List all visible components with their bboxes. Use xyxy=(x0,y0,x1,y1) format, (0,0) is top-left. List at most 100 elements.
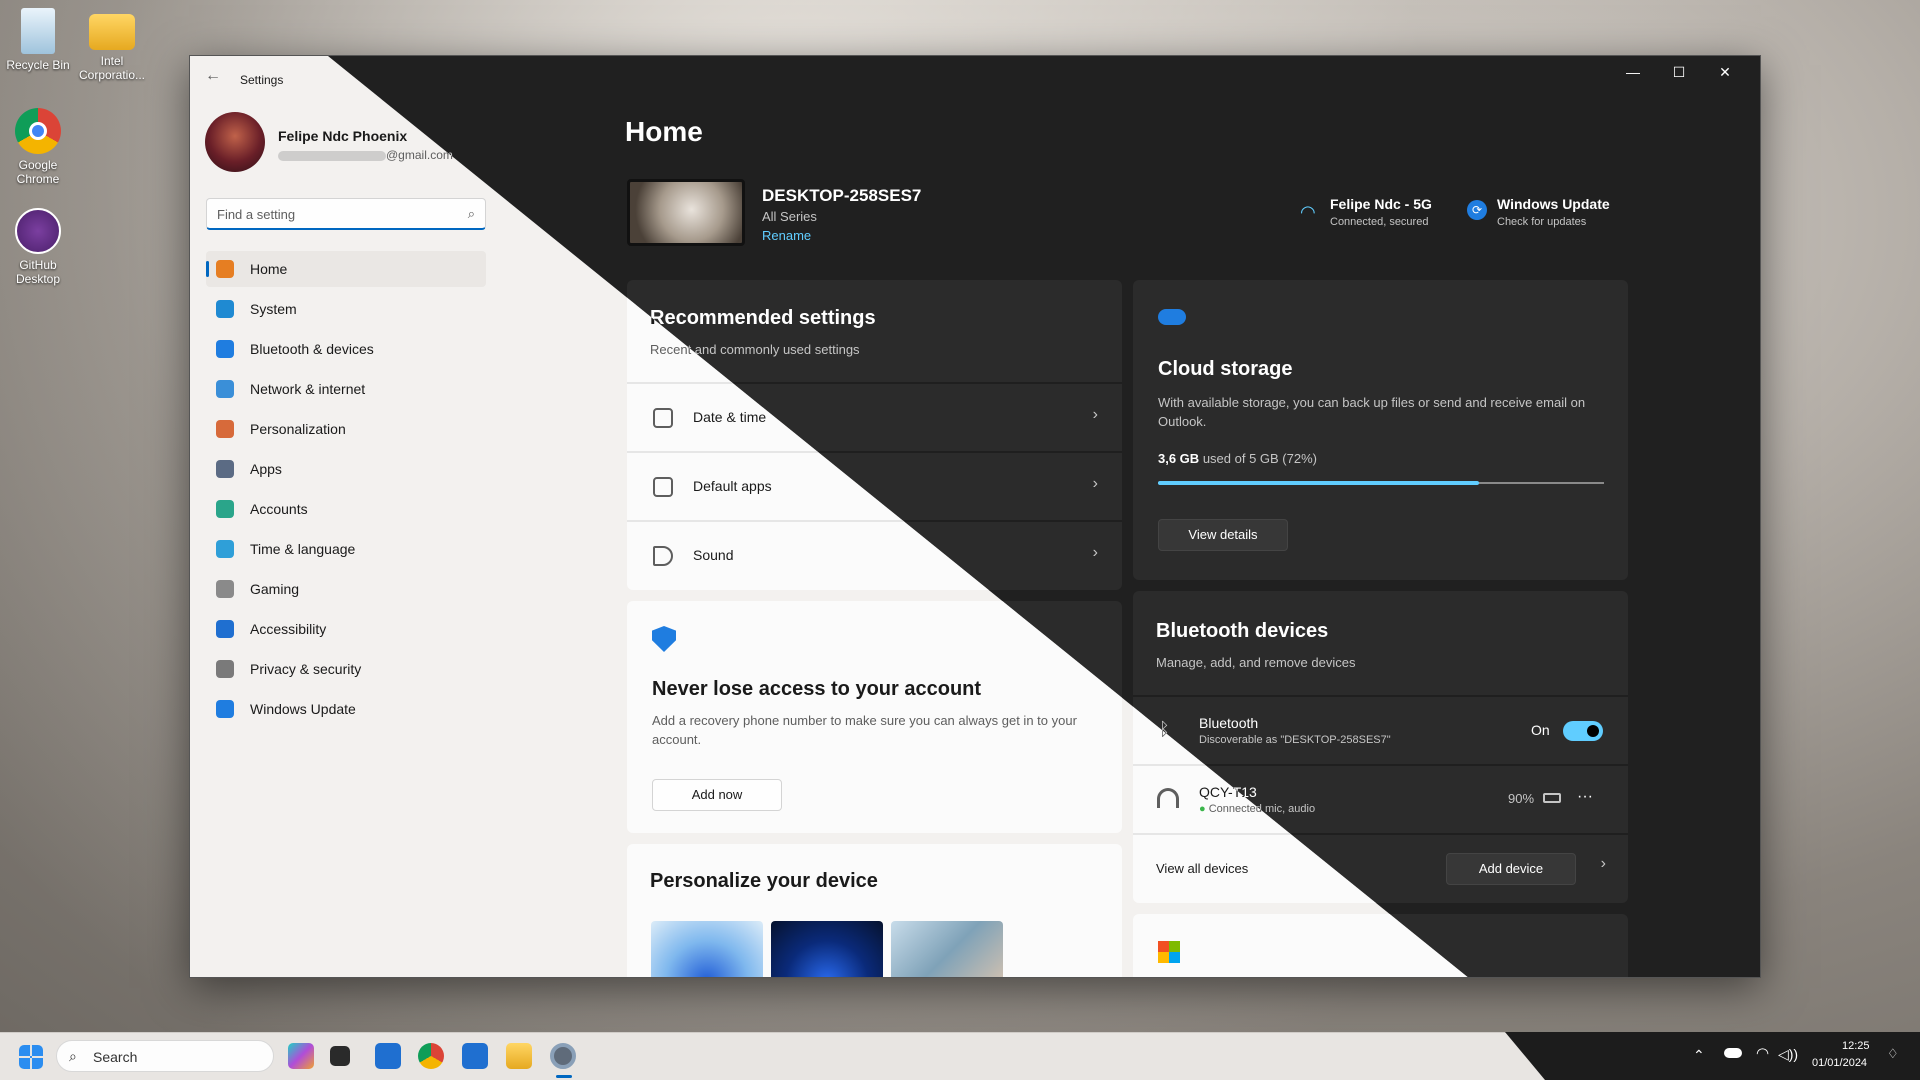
view-details-button[interactable]: View details xyxy=(1158,519,1288,551)
cloud-card: Cloud storage With available storage, yo… xyxy=(1133,280,1628,580)
add-device-button[interactable]: Add device xyxy=(1446,853,1576,885)
bluetooth-title: Bluetooth devices xyxy=(1156,620,1329,642)
active-app-indicator xyxy=(556,1075,572,1078)
folder-icon xyxy=(89,14,135,50)
sidebar-item-label: Time & language xyxy=(250,541,356,557)
sidebar-item-network-internet[interactable]: Network & internet xyxy=(206,371,486,407)
sidebar-item-accessibility[interactable]: Accessibility xyxy=(206,611,486,647)
desktop-icon-label: Recycle Bin xyxy=(6,58,70,72)
email-redacted xyxy=(278,150,386,161)
wifi-icon xyxy=(216,380,234,398)
wifi-tray-icon[interactable]: ◠ xyxy=(1756,1044,1769,1062)
wifi-icon: ◠ xyxy=(1300,202,1316,222)
sidebar-item-label: Accessibility xyxy=(250,621,327,637)
wallpaper-thumb-scenic[interactable] xyxy=(891,921,1003,977)
sidebar-item-label: Accounts xyxy=(250,501,308,517)
wallpaper-thumb-light[interactable] xyxy=(651,921,763,977)
widgets-icon[interactable] xyxy=(375,1043,401,1069)
search-input[interactable] xyxy=(217,205,447,223)
shield-check-icon xyxy=(652,626,676,652)
sidebar-item-home[interactable]: Home xyxy=(206,251,486,287)
desktop-icon-recycle-bin[interactable]: Recycle Bin xyxy=(0,8,76,72)
recommended-item-label: Sound xyxy=(693,547,734,563)
notification-bell-icon[interactable]: ♢ xyxy=(1887,1046,1899,1062)
sidebar-item-label: Home xyxy=(250,261,288,277)
gaming-icon xyxy=(216,580,234,598)
apps-icon xyxy=(216,460,234,478)
chevron-up-icon[interactable]: ⌃ xyxy=(1693,1047,1705,1064)
globe-icon xyxy=(216,540,234,558)
sidebar-item-time-language[interactable]: Time & language xyxy=(206,531,486,567)
add-now-button[interactable]: Add now xyxy=(652,779,782,811)
more-options-button[interactable]: ··· xyxy=(1577,788,1593,806)
back-arrow-icon[interactable]: ← xyxy=(205,67,221,85)
settings-taskbar-icon[interactable] xyxy=(550,1043,576,1069)
bluetooth-discoverable: Discoverable as "DESKTOP-258SES7" xyxy=(1199,734,1391,746)
store-icon[interactable] xyxy=(462,1043,488,1069)
search-icon: ⌕ xyxy=(467,206,475,221)
network-state: Connected, secured xyxy=(1330,216,1429,228)
device-name: DESKTOP-258SES7 xyxy=(762,186,922,205)
page-title: Home xyxy=(625,116,703,147)
recycle-bin-icon xyxy=(21,8,55,54)
desktop-icon-label: Google Chrome xyxy=(16,158,60,186)
desktop-icon-chrome[interactable]: Google Chrome xyxy=(0,108,76,186)
personalize-title: Personalize your device xyxy=(650,870,878,892)
cloud-usage-text: 3,6 GB used of 5 GB (72%) xyxy=(1158,451,1317,466)
accessibility-icon xyxy=(216,620,234,638)
account-title: Never lose access to your account xyxy=(652,678,982,700)
sidebar-item-label: Windows Update xyxy=(250,701,356,717)
sidebar-item-label: Privacy & security xyxy=(250,661,362,677)
cloud-used: 3,6 GB xyxy=(1158,451,1200,466)
clock-date[interactable]: 01/01/2024 xyxy=(1812,1057,1867,1069)
volume-icon[interactable]: ◁)) xyxy=(1778,1046,1798,1063)
sidebar-item-privacy-security[interactable]: Privacy & security xyxy=(206,651,486,687)
github-icon xyxy=(15,208,61,254)
clock-icon xyxy=(653,408,673,428)
bluetooth-toggle[interactable] xyxy=(1563,721,1603,741)
battery-icon xyxy=(1543,793,1561,803)
sidebar-item-bluetooth-devices[interactable]: Bluetooth & devices xyxy=(206,331,486,367)
microsoft-logo-icon xyxy=(1158,941,1180,963)
settings-window: ← Settings — ☐ ✕ Felipe Ndc Phoenix @gma… xyxy=(189,55,1761,978)
shield-icon xyxy=(216,660,234,678)
file-explorer-icon[interactable] xyxy=(506,1043,532,1069)
update-icon: ⟳ xyxy=(1467,200,1487,220)
cloud-usage-bar xyxy=(1158,481,1479,485)
recommended-item-label: Default apps xyxy=(693,478,772,494)
desktop-icon-intel[interactable]: Intel Corporatio... xyxy=(74,8,150,82)
taskbar-search[interactable]: ⌕ Search xyxy=(56,1040,274,1072)
sidebar-item-apps[interactable]: Apps xyxy=(206,451,486,487)
avatar[interactable] xyxy=(205,112,265,172)
sidebar-item-accounts[interactable]: Accounts xyxy=(206,491,486,527)
sidebar-item-system[interactable]: System xyxy=(206,291,486,327)
wallpaper-thumb-dark[interactable] xyxy=(771,921,883,977)
close-button[interactable]: ✕ xyxy=(1702,56,1748,88)
search-box[interactable]: ⌕ xyxy=(206,198,486,230)
device-series: All Series xyxy=(762,209,817,224)
chrome-taskbar-icon[interactable] xyxy=(418,1043,444,1069)
sidebar-item-windows-update[interactable]: Windows Update xyxy=(206,691,486,727)
recommended-title: Recommended settings xyxy=(650,307,876,329)
sidebar-item-label: System xyxy=(250,301,297,317)
desktop-icon-github[interactable]: GitHub Desktop xyxy=(0,208,76,286)
bluetooth-state: On xyxy=(1531,722,1550,738)
user-name: Felipe Ndc Phoenix xyxy=(278,128,408,144)
copilot-icon[interactable] xyxy=(288,1043,314,1069)
view-all-devices-link[interactable]: View all devices xyxy=(1156,861,1248,876)
system-icon xyxy=(216,300,234,318)
chevron-right-icon: › xyxy=(1092,475,1098,492)
rename-link[interactable]: Rename xyxy=(762,228,811,243)
maximize-button[interactable]: ☐ xyxy=(1656,56,1702,88)
chevron-right-icon: › xyxy=(1092,544,1098,561)
account-body: Add a recovery phone number to make sure… xyxy=(652,713,1077,747)
clock-time[interactable]: 12:25 xyxy=(1842,1040,1870,1052)
bluetooth-subtitle: Manage, add, and remove devices xyxy=(1156,655,1356,670)
minimize-button[interactable]: — xyxy=(1610,56,1656,88)
onedrive-icon[interactable] xyxy=(1724,1048,1742,1058)
search-icon: ⌕ xyxy=(69,1048,77,1064)
taskbar-search-label: Search xyxy=(93,1049,138,1065)
task-view-icon[interactable] xyxy=(330,1046,350,1066)
sidebar-item-personalization[interactable]: Personalization xyxy=(206,411,486,447)
sidebar-item-gaming[interactable]: Gaming xyxy=(206,571,486,607)
